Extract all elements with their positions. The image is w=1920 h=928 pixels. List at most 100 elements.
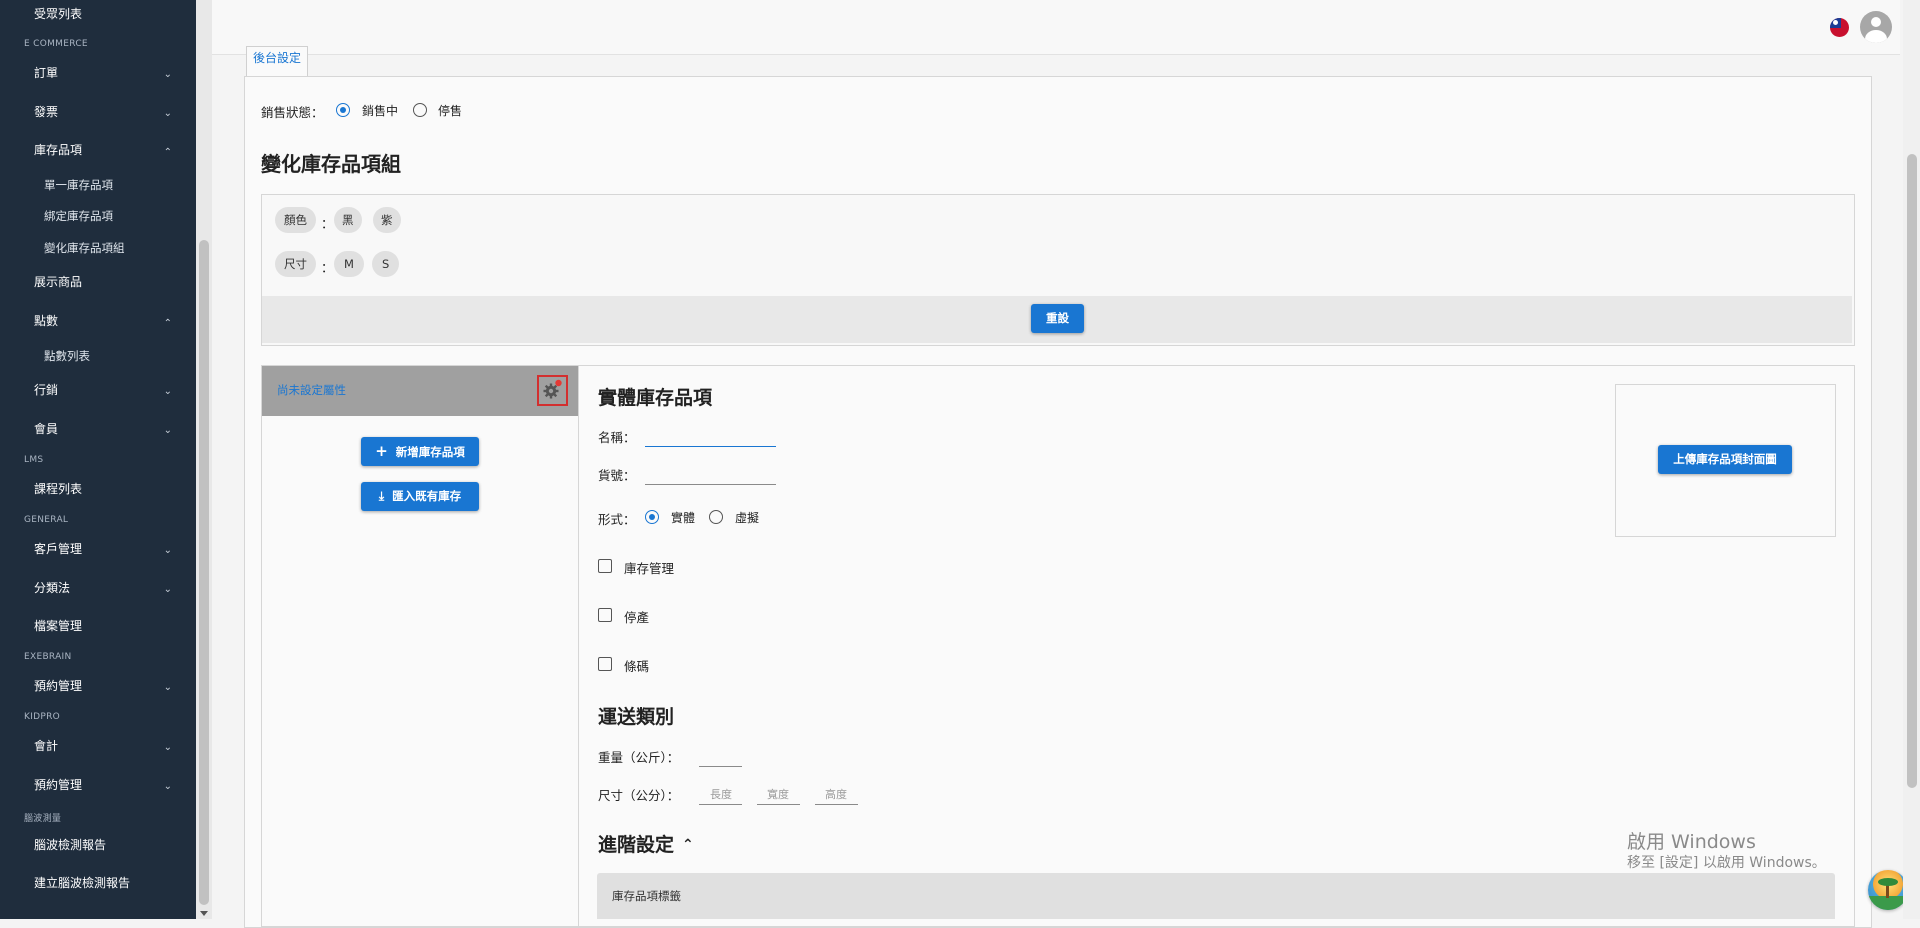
attribute-value-chip-purple[interactable]: 紫 (373, 207, 401, 233)
sidebar-item-label: 客戶管理 (34, 542, 83, 556)
upload-cover-button[interactable]: 上傳庫存品項封面圖 (1658, 445, 1792, 474)
sidebar-item-label: 會計 (34, 739, 59, 753)
sidebar-item-label: 展示商品 (34, 275, 83, 289)
add-inventory-item-button[interactable]: + 新增庫存品項 (361, 437, 479, 466)
plus-icon: + (375, 442, 388, 460)
name-input[interactable] (645, 446, 776, 447)
length-input[interactable] (699, 804, 742, 805)
sidebar-section-general: GENERAL (24, 515, 69, 525)
physical-item-title: 實體庫存品項 (598, 387, 713, 409)
barcode-checkbox[interactable] (598, 657, 612, 671)
attribute-colon: ： (321, 260, 334, 275)
name-label: 名稱： (598, 430, 636, 445)
sidebar-section-exebrain: EXEBRAIN (24, 652, 72, 662)
sidebar-section-eeg: 腦波測量 (24, 814, 62, 824)
sidebar-section-lms: LMS (24, 455, 44, 465)
sidebar-item-display-products[interactable]: 展示商品 (34, 273, 172, 291)
weight-input[interactable] (699, 766, 742, 767)
sidebar-item-audience-list[interactable]: 受眾列表 (34, 5, 172, 23)
width-input[interactable] (757, 804, 800, 805)
sidebar-item-customers[interactable]: 客戶管理 ⌄ (34, 540, 172, 558)
sidebar-item-members[interactable]: 會員 ⌄ (34, 420, 172, 438)
beach-island-icon[interactable] (1868, 870, 1908, 910)
sidebar-item-label: 庫存品項 (34, 143, 83, 157)
attribute-chip-color[interactable]: 顏色 (275, 207, 316, 233)
advanced-settings-title[interactable]: 進階設定 ⌃ (598, 830, 694, 857)
top-bar (212, 0, 1900, 55)
attribute-value-chip-m[interactable]: M (334, 251, 364, 277)
type-label: 形式： (598, 512, 636, 527)
type-radio-physical[interactable] (645, 510, 659, 524)
stock-management-checkbox[interactable] (598, 559, 612, 573)
chevron-up-icon: ⌃ (163, 318, 172, 329)
windows-activation-watermark: 啟用 Windows (1627, 831, 1756, 853)
height-input[interactable] (815, 804, 858, 805)
sale-status-radio-stopped[interactable] (413, 103, 427, 117)
chevron-up-icon: ⌃ (163, 147, 172, 158)
sidebar-item-label: 腦波檢測報告 (34, 838, 107, 852)
sale-status-option-stopped[interactable]: 停售 (438, 102, 462, 119)
settings-highlight-box[interactable] (537, 375, 568, 406)
sidebar-item-accounting[interactable]: 會計 ⌄ (34, 737, 172, 755)
scroll-down-arrow-icon[interactable] (200, 911, 208, 916)
chevron-down-icon: ⌄ (163, 682, 172, 693)
gear-icon (543, 379, 562, 399)
sidebar: 受眾列表 E COMMERCE 訂單 ⌄ 發票 ⌄ 庫存品項 ⌃ 單一庫存品項 綁定庫… (0, 0, 196, 919)
sidebar-subitem-bundle-inventory[interactable]: 綁定庫存品項 (44, 207, 113, 225)
sidebar-scrollbar[interactable] (196, 0, 212, 919)
sidebar-scrollbar-thumb[interactable] (199, 240, 209, 905)
sku-label: 貨號： (598, 468, 636, 483)
sale-status-option-on-sale[interactable]: 銷售中 (362, 102, 398, 119)
taiwan-flag-icon[interactable] (1830, 18, 1849, 37)
type-option-virtual[interactable]: 虛擬 (735, 509, 759, 526)
type-radio-virtual[interactable] (709, 510, 723, 524)
sidebar-section-kidpro: KIDPRO (24, 712, 61, 722)
main-scrollbar-thumb[interactable] (1907, 154, 1917, 788)
button-label: 匯入既有庫存 (392, 489, 462, 503)
sidebar-item-eeg-report[interactable]: 腦波檢測報告 (34, 836, 172, 854)
import-inventory-button[interactable]: ⤓ 匯入既有庫存 (361, 482, 479, 511)
avatar[interactable] (1860, 11, 1892, 43)
discontinued-checkbox[interactable] (598, 608, 612, 622)
sidebar-item-eeg-create[interactable]: 建立腦波檢測報告 (34, 874, 172, 892)
sidebar-subitem-points-list[interactable]: 點數列表 (44, 347, 90, 365)
barcode-label[interactable]: 條碼 (624, 656, 649, 675)
attribute-chip-size[interactable]: 尺寸 (275, 251, 316, 277)
attribute-value-chip-black[interactable]: 黑 (334, 207, 362, 233)
tab-backend-settings[interactable]: 後台設定 (246, 46, 309, 77)
stock-management-label[interactable]: 庫存管理 (624, 558, 674, 577)
sidebar-item-label: 點數 (34, 314, 59, 328)
sidebar-item-label: 受眾列表 (34, 7, 83, 21)
size-label: 尺寸（公分）： (598, 788, 680, 803)
sku-input[interactable] (645, 484, 776, 485)
sidebar-subitem-variant-inventory[interactable]: 變化庫存品項組 (44, 239, 125, 257)
chevron-down-icon: ⌄ (163, 742, 172, 753)
sidebar-item-label: 會員 (34, 422, 59, 436)
sidebar-item-taxonomy[interactable]: 分類法 ⌄ (34, 579, 172, 597)
sidebar-item-points[interactable]: 點數 ⌃ (34, 312, 172, 330)
sidebar-item-marketing[interactable]: 行銷 ⌄ (34, 381, 172, 399)
height-placeholder: 高度 (825, 788, 847, 801)
weight-label: 重量（公斤）： (598, 750, 680, 765)
main-scrollbar[interactable] (1903, 0, 1920, 919)
discontinued-label[interactable]: 停產 (624, 607, 649, 626)
variant-group-title: 變化庫存品項組 (261, 152, 401, 176)
length-placeholder: 長度 (710, 788, 732, 801)
windows-activation-hint: 移至 [設定] 以啟用 Windows。 (1627, 855, 1826, 871)
sale-status-radio-on-sale[interactable] (336, 103, 350, 117)
attribute-value-chip-s[interactable]: S (372, 251, 400, 277)
sidebar-item-orders[interactable]: 訂單 ⌄ (34, 64, 172, 82)
sidebar-item-label: 訂單 (34, 66, 59, 80)
chevron-down-icon: ⌄ (163, 425, 172, 436)
sidebar-item-label: 發票 (34, 105, 59, 119)
sidebar-subitem-single-inventory[interactable]: 單一庫存品項 (44, 176, 113, 194)
sidebar-item-label: 建立腦波檢測報告 (34, 876, 131, 890)
sidebar-item-files[interactable]: 檔案管理 (34, 617, 172, 635)
reset-button[interactable]: 重設 (1031, 304, 1084, 333)
sidebar-item-booking-kidpro[interactable]: 預約管理 ⌄ (34, 776, 172, 794)
sidebar-item-booking-exebrain[interactable]: 預約管理 ⌄ (34, 677, 172, 695)
type-option-physical[interactable]: 實體 (671, 509, 695, 526)
sidebar-item-invoices[interactable]: 發票 ⌄ (34, 103, 172, 121)
sidebar-item-courses[interactable]: 課程列表 (34, 480, 172, 498)
sidebar-item-inventory[interactable]: 庫存品項 ⌃ (34, 141, 172, 159)
